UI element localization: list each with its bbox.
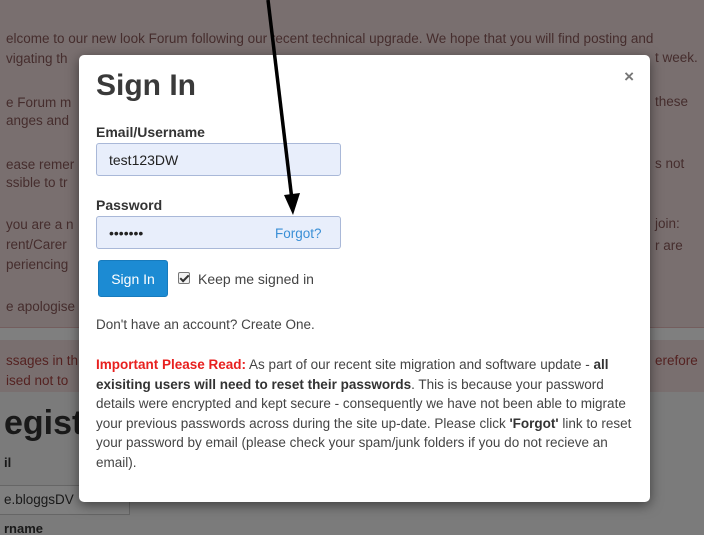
sign-in-button[interactable]: Sign In [98,260,168,297]
modal-title: Sign In [96,69,196,102]
close-icon[interactable]: × [624,67,634,87]
email-label: Email/Username [96,124,205,140]
forgot-link[interactable]: Forgot? [275,226,322,241]
forgot-mention: 'Forgot' [509,415,559,431]
create-account-link[interactable]: Don't have an account? Create One. [96,317,315,332]
email-input[interactable] [96,143,341,176]
keep-signed-in-checkbox[interactable] [178,272,190,284]
password-label: Password [96,197,163,213]
important-notice: Important Please Read: As part of our re… [96,355,641,472]
important-label: Important Please Read: [96,357,247,372]
important-text: As part of our recent site migration and… [246,357,594,372]
sign-in-modal: Sign In × Email/Username Password Forgot… [79,55,650,502]
keep-signed-in-label[interactable]: Keep me signed in [198,271,314,287]
